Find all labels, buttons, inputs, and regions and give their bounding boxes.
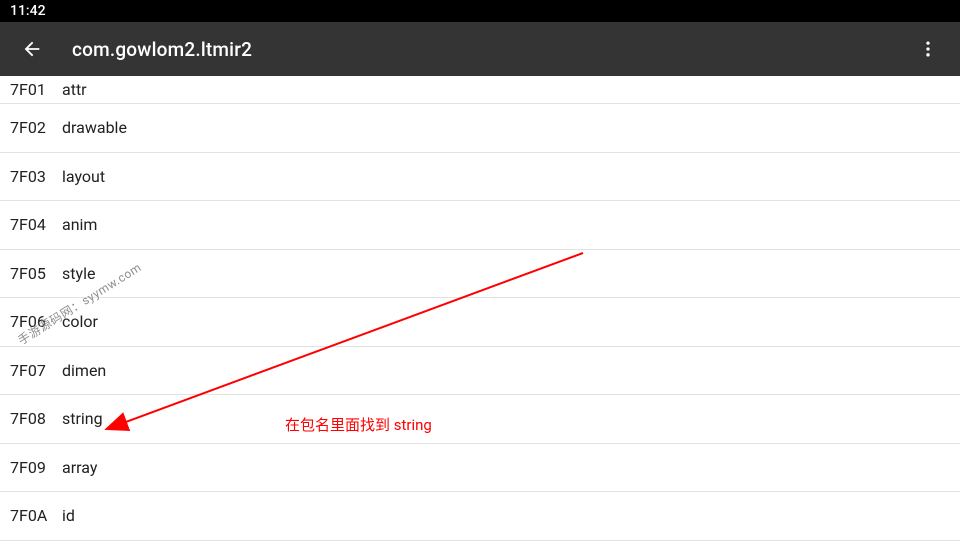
list-item[interactable]: 7F06 color bbox=[0, 298, 960, 347]
resource-code: 7F05 bbox=[10, 264, 62, 283]
status-bar: 11:42 bbox=[0, 0, 960, 22]
resource-code: 7F06 bbox=[10, 312, 62, 331]
resource-name: drawable bbox=[62, 118, 127, 137]
resource-name: string bbox=[62, 409, 103, 428]
resource-name: layout bbox=[62, 167, 105, 186]
resource-name: style bbox=[62, 264, 95, 283]
resource-name: dimen bbox=[62, 361, 106, 380]
resource-code: 7F02 bbox=[10, 118, 62, 137]
list-item[interactable]: 7F03 layout bbox=[0, 153, 960, 202]
list-item[interactable]: 7F0A id bbox=[0, 492, 960, 541]
list-item[interactable]: 7F04 anim bbox=[0, 201, 960, 250]
app-bar: com.gowlom2.ltmir2 bbox=[0, 22, 960, 76]
resource-code: 7F09 bbox=[10, 458, 62, 477]
resource-code: 7F07 bbox=[10, 361, 62, 380]
resource-name: array bbox=[62, 458, 97, 477]
list-item[interactable]: 7F01 attr bbox=[0, 76, 960, 104]
resource-name: anim bbox=[62, 215, 97, 234]
resource-code: 7F01 bbox=[10, 80, 62, 99]
resource-code: 7F03 bbox=[10, 167, 62, 186]
resource-name: id bbox=[62, 506, 75, 525]
list-item[interactable]: 7F08 string bbox=[0, 395, 960, 444]
resource-name: color bbox=[62, 312, 98, 331]
list-item[interactable]: 7F05 style bbox=[0, 250, 960, 299]
resource-name: attr bbox=[62, 80, 87, 99]
resource-code: 7F0A bbox=[10, 506, 62, 525]
back-button[interactable] bbox=[14, 31, 50, 67]
status-time: 11:42 bbox=[10, 3, 46, 19]
list-item[interactable]: 7F07 dimen bbox=[0, 347, 960, 396]
overflow-menu-button[interactable] bbox=[910, 31, 946, 67]
more-vert-icon bbox=[918, 39, 938, 59]
arrow-back-icon bbox=[21, 38, 43, 60]
list-item[interactable]: 7F02 drawable bbox=[0, 104, 960, 153]
resource-code: 7F04 bbox=[10, 215, 62, 234]
app-title: com.gowlom2.ltmir2 bbox=[72, 38, 910, 61]
resource-code: 7F08 bbox=[10, 409, 62, 428]
resource-type-list: 7F01 attr 7F02 drawable 7F03 layout 7F04… bbox=[0, 76, 960, 541]
list-item[interactable]: 7F09 array bbox=[0, 444, 960, 493]
